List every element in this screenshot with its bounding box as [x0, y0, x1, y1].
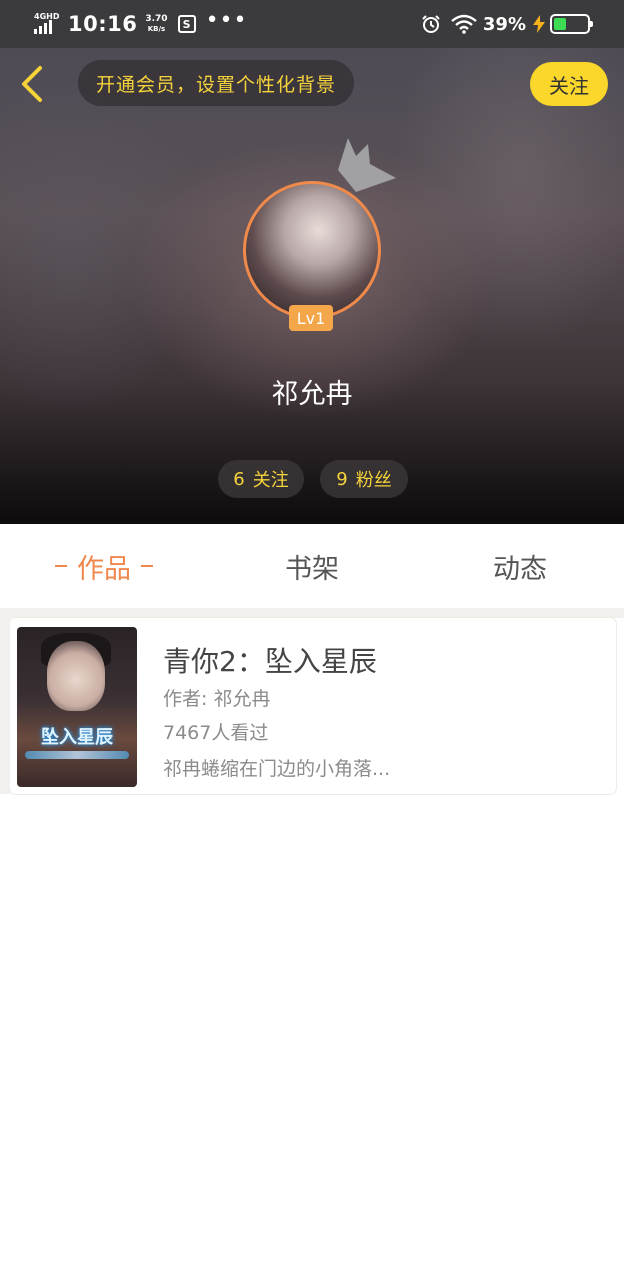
book-title: 青你2：坠入星辰 [163, 645, 377, 678]
app-notification-icon: S [177, 15, 196, 33]
book-author: 作者: 祁允冉 [163, 688, 271, 710]
fans-label: 粉丝 [355, 470, 392, 491]
profile-header: 开通会员，设置个性化背景 关注 Lv1 祁允冉 6 关注 9 粉丝 [0, 48, 624, 524]
fans-count: 9 [336, 468, 348, 490]
alarm-icon [422, 15, 440, 33]
app-glyph: S [182, 17, 191, 31]
tab-bookshelf[interactable]: 书架 [208, 524, 416, 608]
tab-label: 动态 [493, 553, 547, 585]
level-text: Lv1 [296, 308, 326, 328]
following-count: 6 [233, 468, 245, 490]
list-item[interactable]: 坠入星辰 青你2：坠入星辰 作者: 祁允冉 7467人看过 祁冉蜷缩在门边的小角… [0, 618, 616, 794]
tab-label: 作品 [77, 553, 131, 585]
following-label: 关注 [252, 470, 289, 491]
status-bar: 4GHD 10:16 3.70 KB/s S ••• 39% [0, 0, 624, 48]
speed-value: 3.70 [145, 14, 168, 24]
book-cover-title-art: 坠入星辰 [41, 727, 113, 748]
status-left: 4GHD 10:16 3.70 KB/s S ••• [34, 10, 248, 38]
tab-indicator-right [141, 565, 153, 567]
tab-label: 书架 [285, 553, 339, 585]
book-cover: 坠入星辰 [17, 627, 137, 787]
follow-button-label: 关注 [549, 75, 589, 98]
tab-activity[interactable]: 动态 [416, 524, 624, 608]
username: 祁允冉 [271, 379, 353, 410]
book-views: 7467人看过 [163, 722, 269, 744]
battery-icon [550, 14, 593, 34]
battery-percent: 39% [482, 13, 526, 35]
following-count-button[interactable]: 6 关注 [218, 460, 304, 498]
battery-level [554, 18, 567, 30]
follow-button[interactable]: 关注 [530, 62, 608, 106]
network-speed: 3.70 KB/s [145, 14, 167, 34]
tab-works[interactable]: 作品 [0, 524, 208, 608]
more-notifications-icon: ••• [205, 8, 248, 33]
speed-unit: KB/s [147, 25, 166, 33]
charging-icon [533, 15, 545, 33]
book-intro: 祁冉蜷缩在门边的小角落... [163, 758, 391, 780]
tab-indicator-left [55, 565, 67, 567]
profile-tabs: 作品 书架 动态 [0, 524, 624, 608]
chevron-left-icon[interactable] [16, 64, 52, 104]
level-badge: Lv1 [289, 305, 333, 331]
wifi-icon [451, 14, 477, 34]
status-right: 39% [421, 10, 593, 38]
fans-count-button[interactable]: 9 粉丝 [320, 460, 408, 498]
avatar[interactable] [243, 181, 381, 319]
vip-banner[interactable]: 开通会员，设置个性化背景 [78, 60, 355, 106]
card-gutter [0, 618, 10, 794]
status-time: 10:16 [68, 12, 138, 36]
cell-signal-icon: 4GHD [34, 12, 62, 36]
vip-banner-text: 开通会员，设置个性化背景 [96, 73, 337, 96]
divider [0, 608, 624, 618]
